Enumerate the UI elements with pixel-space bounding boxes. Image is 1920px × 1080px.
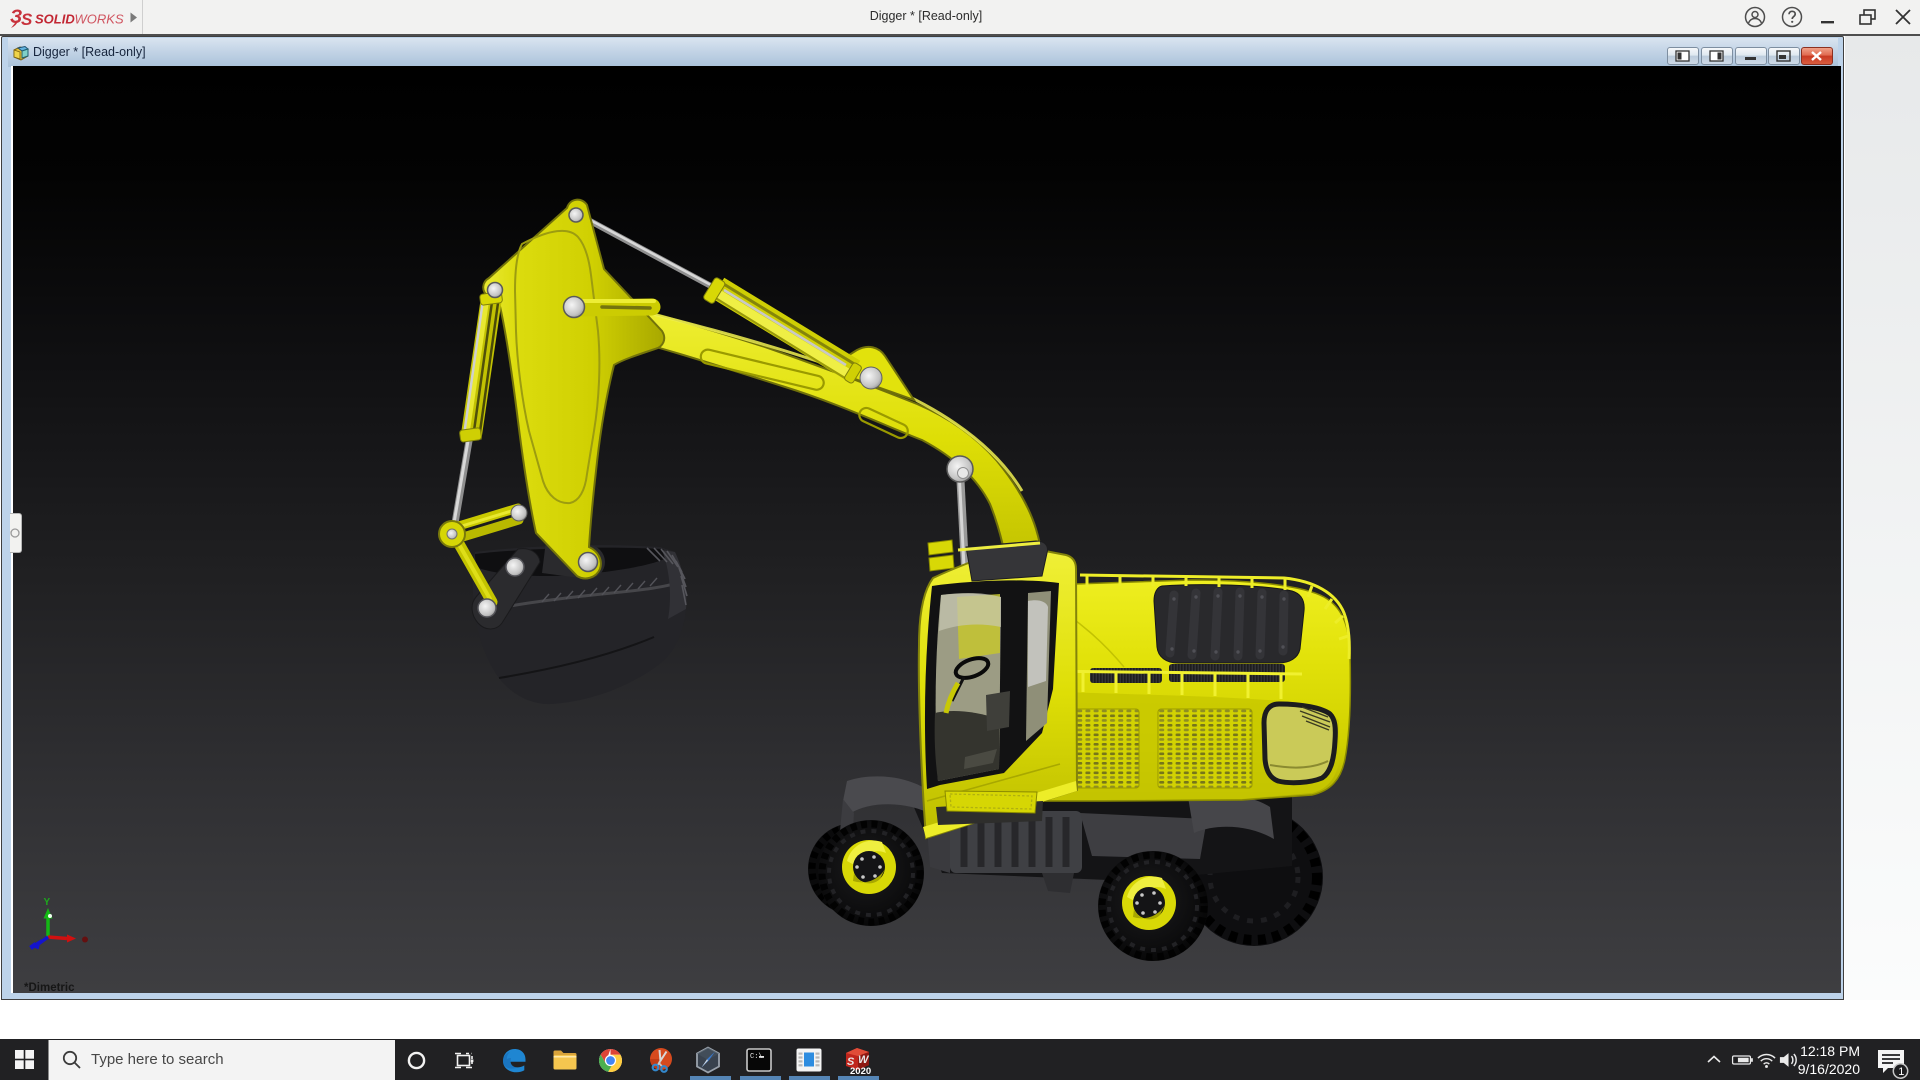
svg-text:*Dimetric: *Dimetric [24, 982, 75, 993]
svg-text:W: W [858, 1054, 870, 1066]
svg-text:Y: Y [44, 897, 51, 908]
svg-text:1: 1 [1898, 1066, 1904, 1078]
svg-text:2020: 2020 [850, 1066, 871, 1075]
